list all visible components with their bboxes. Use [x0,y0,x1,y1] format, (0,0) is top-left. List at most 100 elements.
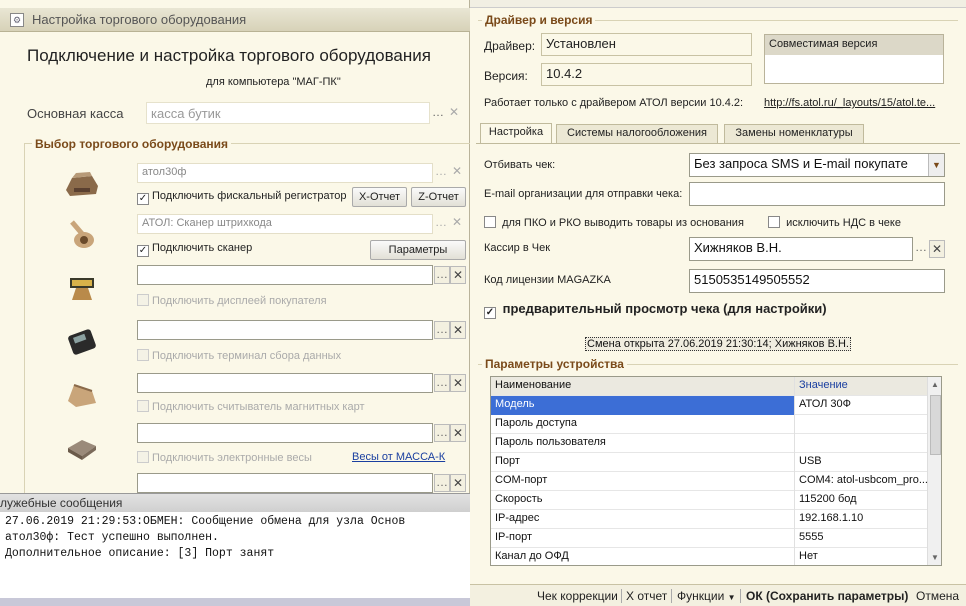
pko-rko-checkbox[interactable]: для ПКО и РКО выводить товары из основан… [484,216,744,229]
shift-status-link[interactable]: Смена открыта 27.06.2019 21:30:14; Хижня… [585,337,851,351]
scanner-clear-icon[interactable]: ✕ [449,215,465,233]
fiscal-clear-icon[interactable]: ✕ [449,164,465,182]
x-report-button[interactable]: X-Отчет [352,187,407,207]
fiscal-select-button[interactable]: … [433,164,449,182]
driver-label: Драйвер: [484,39,536,53]
cash-select-button[interactable]: … [430,105,446,123]
separator [740,589,741,603]
terminal-clear-icon[interactable]: ✕ [450,321,466,339]
settings-window-icon: ⚙ [10,13,24,27]
license-label: Код лицензии MAGAZKA [484,274,611,286]
table-scrollbar[interactable]: ▲ ▼ [927,377,941,565]
scales-checkbox[interactable]: Подключить электронные весы [137,451,312,464]
barcode-scanner-icon [70,220,94,248]
functions-menu[interactable]: Функции ▼ [677,589,736,603]
ok-save-button[interactable]: ОК (Сохранить параметры) [746,589,908,603]
license-code-field[interactable]: 5150535149505552 [689,269,945,293]
org-email-field[interactable] [689,182,945,206]
scanner-select-button[interactable]: … [433,215,449,233]
checkbox-unchecked-icon [484,216,496,228]
tab-settings[interactable]: Настройка [480,123,552,144]
cashier-select-button[interactable]: … [913,240,929,258]
version-label: Версия: [484,69,528,83]
tab-tax-systems[interactable]: Системы налогообложения [556,124,718,143]
cashier-field[interactable]: Хижняков В.Н. [689,237,913,261]
works-only-note: Работает только с драйвером АТОЛ версии … [484,97,744,109]
customer-display-field[interactable] [137,265,433,285]
table-row[interactable]: Пароль доступа [491,415,927,434]
magnetic-card-field[interactable] [137,373,433,393]
table-row[interactable]: Порт USB [491,453,927,472]
preview-receipt-checkbox[interactable]: ✓ предварительный просмотр чека (для нас… [484,301,827,319]
receipt-mode-select[interactable]: Без запроса SMS и E-mail покупате [689,153,945,177]
z-report-button[interactable]: Z-Отчет [411,187,466,207]
main-cash-label: Основная касса [27,106,124,121]
checkbox-checked-icon: ✓ [137,193,149,205]
table-row[interactable]: Скорость 115200 бод [491,491,927,510]
scanner-field[interactable]: АТОЛ: Сканер штрихкода [137,214,433,234]
scanner-checkbox[interactable]: ✓ Подключить сканер [137,242,252,257]
next-select-button[interactable]: … [434,474,450,492]
checkbox-unchecked-icon [768,216,780,228]
table-row[interactable]: Канал до ОФД Нет [491,548,927,565]
cancel-button[interactable]: Отмена [916,589,959,603]
display-select-button[interactable]: … [434,266,450,284]
display-clear-icon[interactable]: ✕ [450,266,466,284]
data-terminal-field[interactable] [137,320,433,340]
fiscal-registrar-field[interactable]: атол30ф [137,163,433,183]
main-cash-field[interactable]: касса бутик [146,102,430,124]
scales-clear-icon[interactable]: ✕ [450,424,466,442]
cashier-clear-icon[interactable]: ✕ [929,240,945,258]
window-title-bar: ⚙ Настройка торгового оборудования [0,8,470,32]
next-device-field[interactable] [137,473,433,493]
cashier-label: Кассир в Чек [484,242,551,254]
magcard-clear-icon[interactable]: ✕ [450,374,466,392]
driver-value: Установлен [541,33,752,56]
column-header-name[interactable]: Наименование [491,377,795,396]
scanner-params-button[interactable]: Параметры [370,240,466,260]
messages-title: лужебные сообщения [0,494,470,512]
next-clear-icon[interactable]: ✕ [450,474,466,492]
version-value: 10.4.2 [541,63,752,86]
x-report-button[interactable]: Х отчет [626,589,667,603]
table-row[interactable]: Пароль пользователя [491,434,927,453]
scales-select-button[interactable]: … [434,424,450,442]
exclude-vat-checkbox[interactable]: исключить НДС в чеке [768,216,901,229]
scroll-thumb[interactable] [930,395,941,455]
electronic-scales-icon [68,440,96,460]
display-checkbox[interactable]: Подключить дисплеей покупателя [137,294,327,307]
terminal-select-button[interactable]: … [434,321,450,339]
checkbox-checked-icon: ✓ [484,307,496,319]
table-row[interactable]: Модель АТОЛ 30Ф [491,396,927,415]
scales-massak-link[interactable]: Весы от МАССА-К [352,451,445,463]
column-header-value[interactable]: Значение [795,377,927,396]
scroll-down-icon[interactable]: ▼ [931,553,939,562]
checkbox-unchecked-icon [137,451,149,463]
scales-field[interactable] [137,423,433,443]
bottom-toolbar: Чек коррекции Х отчет Функции ▼ ОК (Сохр… [470,584,966,606]
compatible-version-box: Совместимая версия [764,34,944,84]
magcard-select-button[interactable]: … [434,374,450,392]
window-title: Настройка торгового оборудования [32,12,247,27]
checkbox-unchecked-icon [137,294,149,306]
magcard-checkbox[interactable]: Подключить считыватель магнитных карт [137,400,365,413]
email-label: E-mail организации для отправки чека: [484,188,683,200]
computer-name: для компьютера "МАГ-ПК" [206,76,341,88]
table-row[interactable]: IP-порт 5555 [491,529,927,548]
compatible-version-header: Совместимая версия [765,35,943,55]
correction-receipt-button[interactable]: Чек коррекции [537,589,618,603]
dropdown-arrow-icon[interactable]: ▼ [928,154,944,176]
tab-nomenclature-replacements[interactable]: Замены номенклатуры [724,124,864,143]
terminal-checkbox[interactable]: Подключить терминал сбора данных [137,349,341,362]
fiscal-registrar-checkbox[interactable]: ✓ Подключить фискальный регистратор [137,190,347,205]
receipt-label: Отбивать чек: [484,159,556,171]
table-row[interactable]: IP-адрес 192.168.1.10 [491,510,927,529]
atol-driver-link[interactable]: http://fs.atol.ru/_layouts/15/atol.te... [764,97,935,109]
dropdown-arrow-icon: ▼ [727,593,736,602]
table-row[interactable]: COM-порт COM4: atol-usbcom_pro... [491,472,927,491]
scroll-up-icon[interactable]: ▲ [931,380,939,389]
service-messages-panel: лужебные сообщения 27.06.2019 21:29:53:О… [0,493,470,606]
cash-clear-icon[interactable]: ✕ [446,105,462,123]
separator [621,589,622,603]
magnetic-card-reader-icon [68,384,96,407]
